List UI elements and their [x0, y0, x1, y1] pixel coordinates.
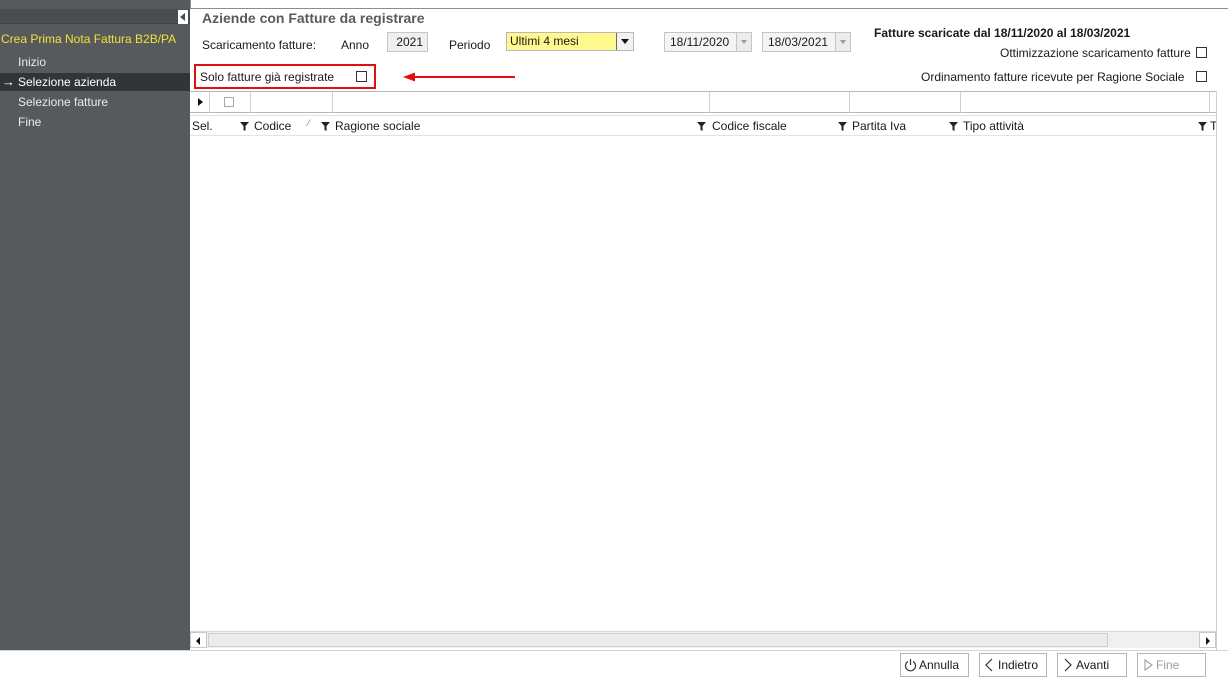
- filter-codice-fiscale[interactable]: [710, 92, 850, 113]
- column-header-codice-fiscale[interactable]: Codice fiscale: [710, 116, 835, 136]
- chevron-left-icon: [985, 658, 993, 672]
- annulla-button[interactable]: Annulla: [900, 653, 969, 677]
- sidebar-item-label: Selezione fatture: [18, 95, 109, 109]
- power-icon: [904, 659, 917, 672]
- grid-header-row: Sel. Codice ⁄ Ragione sociale Codice fis…: [190, 115, 1216, 136]
- anno-label: Anno: [341, 38, 370, 52]
- wizard-footer: Annulla Indietro Avanti Fine: [0, 650, 1228, 677]
- sidebar-item-label: Selezione azienda: [18, 75, 117, 89]
- sidebar-item-label: Inizio: [18, 55, 47, 69]
- periodo-select[interactable]: Ultimi 4 mesi: [506, 32, 634, 51]
- sidebar-header-bar: [0, 9, 190, 24]
- aziende-grid: Sel. Codice ⁄ Ragione sociale Codice fis…: [190, 91, 1216, 650]
- grid-right-edge: [1216, 91, 1228, 650]
- opt-download-label: Ottimizzazione scaricamento fatture: [1000, 46, 1191, 60]
- column-header-codice[interactable]: Codice: [252, 116, 332, 136]
- column-label: Codice fiscale: [712, 119, 787, 133]
- filter-icon[interactable]: [949, 122, 958, 131]
- column-header-truncated[interactable]: T: [1209, 116, 1216, 136]
- main-top-border: [190, 0, 1228, 9]
- column-label: Tipo attività: [963, 119, 1024, 133]
- scroll-left-button[interactable]: [190, 632, 207, 648]
- annotation-arrow-icon: [403, 72, 515, 82]
- avanti-label: Avanti: [1076, 658, 1110, 672]
- collapse-sidebar-button[interactable]: [178, 10, 188, 24]
- sort-indicator-icon: ⁄: [308, 118, 310, 128]
- sidebar-item-selezione-fatture[interactable]: Selezione fatture: [0, 93, 190, 111]
- filter-icon[interactable]: [1198, 122, 1207, 131]
- sidebar-item-inizio[interactable]: Inizio: [0, 53, 190, 71]
- column-header-tipo-attivita[interactable]: Tipo attività: [961, 116, 1193, 136]
- column-header-partita-iva[interactable]: Partita Iva: [850, 116, 946, 136]
- chevron-down-icon[interactable]: [835, 33, 850, 51]
- sidebar-item-fine[interactable]: Fine: [0, 113, 190, 131]
- annotation-highlight-box: [194, 64, 376, 89]
- grid-filter-row: [190, 92, 1216, 113]
- scroll-right-button[interactable]: [1199, 632, 1216, 648]
- opt-sort-checkbox[interactable]: [1196, 71, 1207, 82]
- column-label: Ragione sociale: [335, 119, 421, 133]
- download-range-note: Fatture scaricate dal 18/11/2020 al 18/0…: [874, 26, 1131, 40]
- fine-button[interactable]: Fine: [1137, 653, 1206, 677]
- column-label: Partita Iva: [852, 119, 907, 133]
- sidebar-item-label: Fine: [18, 115, 42, 129]
- filter-icon[interactable]: [697, 122, 706, 131]
- chevron-down-icon[interactable]: [736, 33, 751, 51]
- anno-field[interactable]: 2021: [387, 32, 428, 52]
- filter-icon[interactable]: [321, 122, 330, 131]
- select-all-checkbox[interactable]: [224, 97, 234, 107]
- opt-sort-label: Ordinamento fatture ricevute per Ragione…: [921, 70, 1185, 84]
- avanti-button[interactable]: Avanti: [1057, 653, 1127, 677]
- filter-icon[interactable]: [838, 122, 847, 131]
- column-header-ragione-sociale[interactable]: Ragione sociale: [333, 116, 693, 136]
- column-label: Codice: [254, 119, 292, 133]
- filter-tipo-attivita[interactable]: [961, 92, 1210, 113]
- download-label: Scaricamento fatture:: [202, 38, 317, 52]
- chevron-down-icon[interactable]: [616, 33, 633, 50]
- chevron-right-icon: [1064, 658, 1072, 672]
- select-all-cell: [210, 92, 251, 113]
- opt-download-checkbox[interactable]: [1196, 47, 1207, 58]
- wizard-title: Crea Prima Nota Fattura B2B/PA: [1, 32, 177, 46]
- horizontal-scrollbar[interactable]: [190, 631, 1216, 648]
- row-pointer-icon: [198, 98, 203, 106]
- date-to-field[interactable]: 18/03/2021: [762, 32, 851, 52]
- date-from-value: 18/11/2020: [670, 35, 730, 49]
- indietro-label: Indietro: [998, 658, 1039, 672]
- indietro-button[interactable]: Indietro: [979, 653, 1047, 677]
- filter-ragione-sociale[interactable]: [333, 92, 710, 113]
- date-from-field[interactable]: 18/11/2020: [664, 32, 752, 52]
- wizard-sidebar: Crea Prima Nota Fattura B2B/PA Inizio → S…: [0, 0, 190, 650]
- current-step-arrow-icon: →: [2, 74, 15, 89]
- sidebar-item-selezione-azienda[interactable]: → Selezione azienda: [0, 73, 190, 91]
- scroll-thumb[interactable]: [208, 633, 1108, 647]
- page-title: Aziende con Fatture da registrare: [202, 10, 425, 26]
- fine-label: Fine: [1156, 658, 1180, 672]
- annulla-label: Annulla: [919, 658, 960, 672]
- filter-partita-iva[interactable]: [850, 92, 961, 113]
- column-label: Sel.: [192, 119, 213, 133]
- play-icon: [1144, 658, 1153, 672]
- filter-codice[interactable]: [251, 92, 333, 113]
- filter-icon[interactable]: [240, 122, 249, 131]
- row-indicator-cell: [190, 92, 210, 113]
- periodo-label: Periodo: [449, 38, 491, 52]
- date-to-value: 18/03/2021: [768, 35, 829, 49]
- periodo-value: Ultimi 4 mesi: [510, 34, 579, 48]
